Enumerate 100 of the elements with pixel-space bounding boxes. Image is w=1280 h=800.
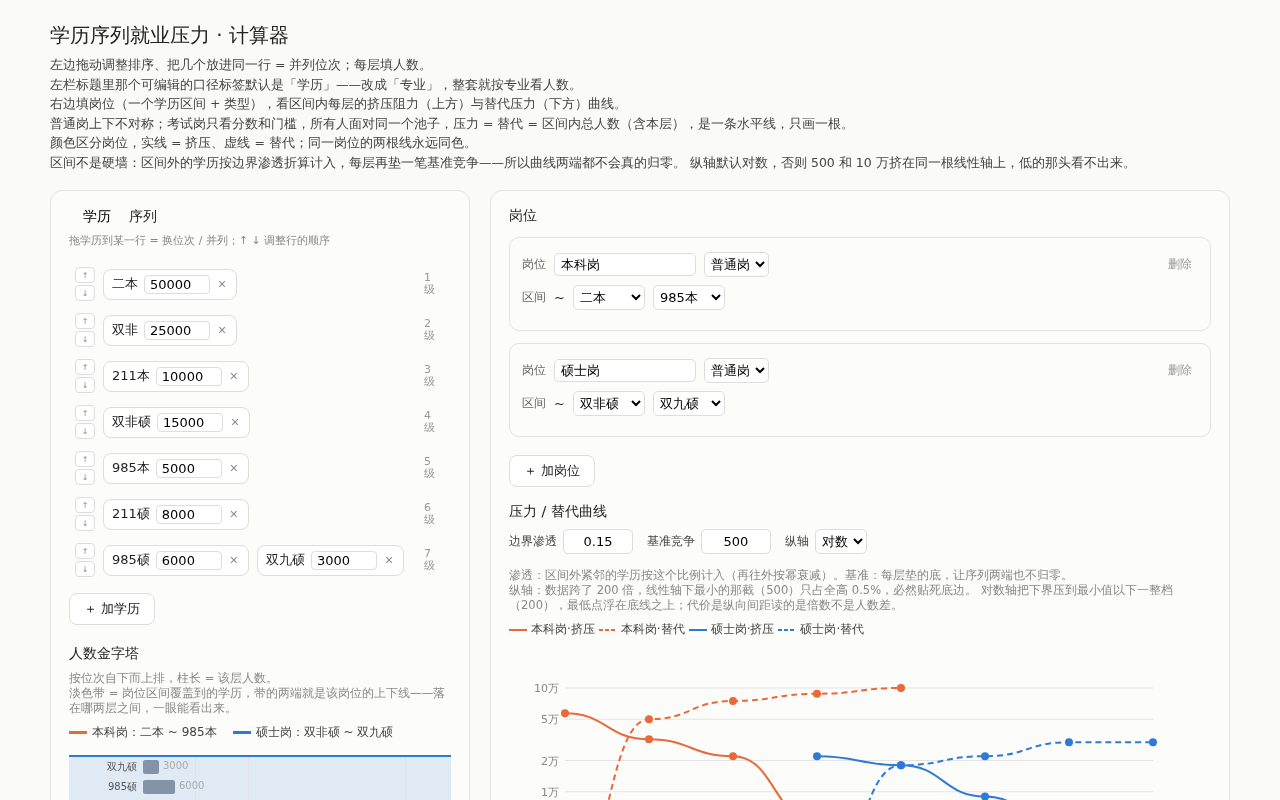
note-text: 淡色带 = 岗位区间覆盖到的学历，带的两端就是该岗位的上下线——落在哪两层之间，一眼能看出来。	[69, 686, 446, 716]
intro-text: 普通岗上下不对称；考试岗只看分数和门槛，所有人面对同一个池子，压力 = 替代 = 区间内总人数（含本层），是一条水平线，只画一根。	[50, 114, 855, 133]
move-up-button[interactable]: ↑	[75, 543, 95, 559]
count-field[interactable]: 6000	[155, 550, 222, 570]
data-point	[1149, 738, 1157, 747]
move-down-button[interactable]: ↓	[75, 515, 95, 531]
rank-label: 6级	[424, 501, 435, 527]
axis-tick-label: 5万	[541, 713, 559, 727]
move-down-button[interactable]: ↓	[75, 285, 95, 301]
rank-label: 1级	[424, 271, 435, 297]
range-start-select[interactable]: 双非硕	[572, 391, 645, 416]
remove-button[interactable]: ×	[229, 414, 242, 430]
move-up-button[interactable]: ↑	[75, 497, 95, 513]
type-select[interactable]: 普通岗	[704, 358, 769, 383]
move-down-button[interactable]: ↓	[75, 561, 95, 577]
data-point	[561, 709, 569, 718]
rank-label: 3级	[424, 363, 435, 389]
education-name: 二本	[112, 275, 138, 293]
remove-button[interactable]: ×	[216, 322, 229, 338]
intro-text: 区间不是硬墙：区间外的学历按边界渗透折算计入，每层再垫一笔基准竞争——所以曲线两端都不会真的归零。 纵轴默认对数，否则 500 和 10 万挤在同一根线性轴上，低的那头看不出来。	[50, 153, 1137, 172]
education-name: 985硕	[112, 551, 150, 569]
range-end-select[interactable]: 985本	[652, 285, 725, 310]
range-end-select[interactable]: 双九硕	[652, 391, 725, 416]
intro-text: 左栏标题里那个可编辑的口径标签默认是「学历」——改成「专业」，整套就按专业看人数。	[50, 75, 583, 94]
move-down-button[interactable]: ↓	[75, 469, 95, 485]
control-label: 纵轴	[785, 533, 809, 550]
rank-label: 7级	[424, 547, 435, 573]
education-chip[interactable]: 985本 5000 ×	[103, 452, 249, 484]
remove-button[interactable]: ×	[227, 460, 240, 476]
rank-label: 5级	[424, 455, 435, 481]
section-title: 人数金字塔	[69, 645, 140, 663]
move-down-button[interactable]: ↓	[75, 377, 95, 393]
education-chip[interactable]: 985硕 6000 ×	[103, 544, 249, 576]
data-point	[813, 689, 821, 698]
count-field[interactable]: 15000	[157, 412, 223, 432]
field-label: 岗位	[522, 256, 546, 273]
count-field[interactable]: 8000	[155, 504, 222, 524]
move-up-button[interactable]: ↑	[75, 359, 95, 375]
education-chip[interactable]: 双九硕 3000 ×	[257, 544, 405, 576]
data-point	[645, 715, 653, 724]
note-text: 按位次自下而上排，柱长 = 该层人数。	[69, 671, 279, 686]
education-chip[interactable]: 双非硕 15000 ×	[103, 406, 251, 438]
education-chip[interactable]: 双非 25000 ×	[103, 314, 238, 346]
data-point	[981, 792, 989, 800]
legend-label: 硕士岗·替代	[800, 621, 865, 638]
move-down-button[interactable]: ↓	[75, 423, 95, 439]
count-bar	[143, 780, 175, 794]
note-text: 渗透：区间外紧邻的学历按这个比例计入（再往外按幂衰减）。基准：每层垫的底，让序列两端也不归零。	[509, 568, 1074, 583]
rank-label: 2级	[424, 317, 435, 343]
panel-title: 岗位	[509, 207, 538, 225]
remove-button[interactable]: ×	[383, 552, 396, 568]
bar-label: 985硕	[106, 780, 137, 794]
legend-label: 硕士岗：双非硕 ~ 双九硕	[255, 724, 394, 741]
count-field[interactable]: 10000	[155, 366, 222, 386]
add-education-button[interactable]: ＋ 加学历	[69, 593, 156, 625]
page-title: 学历序列就业压力 · 计算器	[50, 22, 291, 49]
data-point	[645, 735, 653, 744]
count-bar	[143, 760, 159, 774]
legend-label: 本科岗·替代	[620, 621, 685, 638]
remove-button[interactable]: ×	[227, 552, 240, 568]
post-name-field[interactable]: 硕士岗	[554, 359, 696, 382]
count-field[interactable]: 50000	[144, 274, 210, 294]
bar-value: 6000	[179, 780, 205, 791]
remove-button[interactable]: ×	[227, 506, 240, 522]
add-post-button[interactable]: ＋ 加岗位	[509, 455, 596, 487]
remove-button[interactable]: ×	[227, 368, 240, 384]
count-field[interactable]: 25000	[144, 320, 210, 340]
bar-label: 双九硕	[106, 760, 137, 774]
number-field[interactable]: 0.15	[563, 529, 633, 554]
legend-label: 本科岗·挤压	[531, 621, 595, 638]
count-field[interactable]: 5000	[155, 458, 222, 478]
post-name-field[interactable]: 本科岗	[554, 253, 696, 276]
intro-text: 右边填岗位（一个学历区间 + 类型），看区间内每层的挤压阻力（上方）与替代压力（下方）曲线。	[50, 95, 629, 113]
move-up-button[interactable]: ↑	[75, 267, 95, 283]
bar-value: 3000	[163, 760, 189, 771]
education-chip[interactable]: 211本 10000 ×	[103, 360, 249, 392]
education-name: 双非	[112, 321, 138, 339]
range-start-select[interactable]: 二本	[572, 285, 645, 310]
education-chip[interactable]: 211硕 8000 ×	[103, 498, 249, 530]
move-up-button[interactable]: ↑	[75, 313, 95, 329]
axis-tick-label: 10万	[534, 682, 559, 695]
data-point	[729, 696, 737, 705]
field-label: 区间	[522, 395, 546, 412]
dimension-field[interactable]: 学历	[69, 207, 125, 227]
move-up-button[interactable]: ↑	[75, 405, 95, 421]
axis-tick-label: 2万	[541, 754, 559, 768]
move-down-button[interactable]: ↓	[75, 331, 95, 347]
hint-text: 拖学历到某一行 = 换位次 / 并列；↑ ↓ 调整行的顺序	[69, 233, 332, 248]
move-up-button[interactable]: ↑	[75, 451, 95, 467]
count-field[interactable]: 3000	[311, 550, 377, 570]
type-select[interactable]: 普通岗	[704, 252, 769, 277]
data-point	[897, 684, 905, 692]
field-label: 区间	[522, 289, 546, 306]
education-name: 双九硕	[266, 551, 305, 569]
remove-button[interactable]: ×	[216, 276, 229, 292]
section-title: 压力 / 替代曲线	[509, 503, 608, 521]
axis-select[interactable]: 对数	[815, 529, 867, 554]
field-label: 岗位	[522, 362, 546, 379]
number-field[interactable]: 500	[701, 529, 771, 554]
education-chip[interactable]: 二本 50000 ×	[103, 268, 238, 300]
